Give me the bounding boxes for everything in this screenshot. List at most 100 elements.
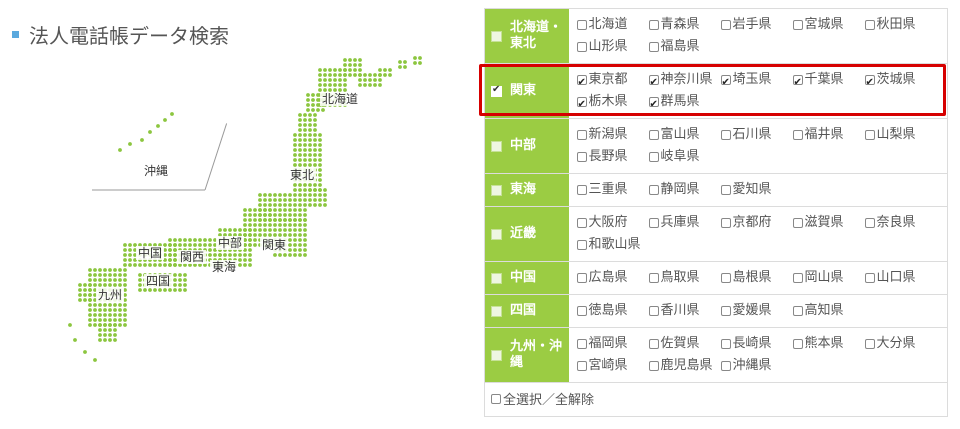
pref-checkbox-box[interactable] <box>576 72 587 94</box>
pref-checkbox-box[interactable] <box>576 94 587 116</box>
pref-checkbox[interactable]: 三重県 <box>576 179 649 201</box>
pref-checkbox-box[interactable] <box>576 306 587 316</box>
pref-checkbox-box[interactable] <box>648 94 659 116</box>
pref-checkbox[interactable]: 新潟県 <box>576 124 649 146</box>
pref-checkbox-box[interactable] <box>864 20 875 30</box>
pref-checkbox-box[interactable] <box>792 130 803 140</box>
pref-checkbox-box[interactable] <box>792 72 803 94</box>
region-head-chugoku[interactable]: 中国 <box>484 261 569 295</box>
pref-checkbox[interactable]: 愛媛県 <box>720 300 793 322</box>
pref-checkbox[interactable]: 福岡県 <box>576 333 649 355</box>
pref-checkbox[interactable]: 鹿児島県 <box>648 355 721 377</box>
map-label-okinawa[interactable]: 沖縄 <box>142 164 171 178</box>
pref-checkbox-box[interactable] <box>720 361 731 371</box>
pref-checkbox-box[interactable] <box>864 339 875 349</box>
pref-checkbox-box[interactable] <box>648 185 659 195</box>
pref-checkbox[interactable]: 東京都 <box>576 69 649 94</box>
pref-checkbox[interactable]: 岡山県 <box>792 267 865 289</box>
pref-checkbox[interactable]: 群馬県 <box>648 91 721 116</box>
pref-checkbox[interactable]: 愛知県 <box>720 179 793 201</box>
pref-checkbox[interactable]: 高知県 <box>792 300 865 322</box>
pref-checkbox-box[interactable] <box>576 240 587 250</box>
pref-checkbox[interactable]: 茨城県 <box>864 69 937 94</box>
pref-checkbox-box[interactable] <box>720 273 731 283</box>
pref-checkbox-box[interactable] <box>648 361 659 371</box>
region-checkbox-chugoku[interactable] <box>491 272 502 284</box>
pref-checkbox-box[interactable] <box>648 72 659 94</box>
pref-checkbox-box[interactable] <box>720 185 731 195</box>
map-label-hokkaido[interactable]: 北海道 <box>320 92 361 106</box>
pref-checkbox-box[interactable] <box>648 152 659 162</box>
pref-checkbox-box[interactable] <box>792 273 803 283</box>
pref-checkbox[interactable]: 京都府 <box>720 212 793 234</box>
region-head-kyushu-okinawa[interactable]: 九州・沖縄 <box>484 327 569 383</box>
pref-checkbox[interactable]: 宮崎県 <box>576 355 649 377</box>
pref-checkbox-box[interactable] <box>576 273 587 283</box>
region-head-chubu[interactable]: 中部 <box>484 118 569 174</box>
pref-checkbox-box[interactable] <box>576 185 587 195</box>
pref-checkbox[interactable]: 宮城県 <box>792 14 865 36</box>
pref-checkbox-box[interactable] <box>792 339 803 349</box>
pref-checkbox-box[interactable] <box>648 42 659 52</box>
region-head-kinki[interactable]: 近畿 <box>484 206 569 262</box>
map-label-tohoku[interactable]: 東北 <box>288 168 317 182</box>
map-label-chugoku[interactable]: 中国 <box>136 246 165 260</box>
pref-checkbox-box[interactable] <box>720 339 731 349</box>
pref-checkbox[interactable]: 佐賀県 <box>648 333 721 355</box>
pref-checkbox-box[interactable] <box>720 306 731 316</box>
pref-checkbox[interactable]: 千葉県 <box>792 69 865 94</box>
pref-checkbox-box[interactable] <box>576 152 587 162</box>
pref-checkbox-box[interactable] <box>576 218 587 228</box>
pref-checkbox-box[interactable] <box>576 20 587 30</box>
map-label-chubu[interactable]: 中部 <box>216 236 245 250</box>
pref-checkbox[interactable]: 岩手県 <box>720 14 793 36</box>
pref-checkbox-box[interactable] <box>648 218 659 228</box>
pref-checkbox-box[interactable] <box>864 130 875 140</box>
pref-checkbox-box[interactable] <box>720 72 731 94</box>
pref-checkbox-box[interactable] <box>720 20 731 30</box>
region-checkbox-kinki[interactable] <box>491 228 502 240</box>
region-head-tokai[interactable]: 東海 <box>484 173 569 207</box>
pref-checkbox-box[interactable] <box>648 339 659 349</box>
pref-checkbox[interactable]: 滋賀県 <box>792 212 865 234</box>
pref-checkbox[interactable]: 埼玉県 <box>720 69 793 94</box>
pref-checkbox[interactable]: 岐阜県 <box>648 146 721 168</box>
pref-checkbox-box[interactable] <box>576 339 587 349</box>
region-checkbox-hokkaido-tohoku[interactable] <box>491 30 502 42</box>
pref-checkbox[interactable]: 徳島県 <box>576 300 649 322</box>
pref-checkbox[interactable]: 和歌山県 <box>576 234 649 256</box>
pref-checkbox[interactable]: 大分県 <box>864 333 937 355</box>
map-label-shikoku[interactable]: 四国 <box>144 274 173 288</box>
map-label-kansai[interactable]: 関西 <box>178 250 207 264</box>
pref-checkbox-box[interactable] <box>720 218 731 228</box>
pref-checkbox[interactable]: 熊本県 <box>792 333 865 355</box>
pref-checkbox-box[interactable] <box>576 42 587 52</box>
select-all-checkbox[interactable]: 全選択／全解除 <box>491 389 941 408</box>
pref-checkbox[interactable]: 福島県 <box>648 36 721 58</box>
pref-checkbox-box[interactable] <box>576 361 587 371</box>
region-checkbox-kyushu-okinawa[interactable] <box>491 349 502 361</box>
pref-checkbox[interactable]: 山梨県 <box>864 124 937 146</box>
pref-checkbox-box[interactable] <box>648 130 659 140</box>
pref-checkbox[interactable]: 福井県 <box>792 124 865 146</box>
select-all-box[interactable] <box>491 393 501 404</box>
pref-checkbox[interactable]: 香川県 <box>648 300 721 322</box>
region-checkbox-tokai[interactable] <box>491 184 502 196</box>
region-head-shikoku[interactable]: 四国 <box>484 294 569 328</box>
pref-checkbox-box[interactable] <box>864 218 875 228</box>
pref-checkbox[interactable]: 栃木県 <box>576 91 649 116</box>
region-checkbox-shikoku[interactable] <box>491 305 502 317</box>
pref-checkbox[interactable]: 北海道 <box>576 14 649 36</box>
pref-checkbox[interactable]: 大阪府 <box>576 212 649 234</box>
pref-checkbox[interactable]: 山形県 <box>576 36 649 58</box>
region-head-hokkaido-tohoku[interactable]: 北海道・東北 <box>484 8 569 64</box>
pref-checkbox-box[interactable] <box>792 20 803 30</box>
pref-checkbox[interactable]: 静岡県 <box>648 179 721 201</box>
map-label-kanto[interactable]: 関東 <box>260 238 289 252</box>
region-head-kanto[interactable]: 関東 <box>484 63 569 119</box>
pref-checkbox[interactable]: 広島県 <box>576 267 649 289</box>
pref-checkbox[interactable]: 兵庫県 <box>648 212 721 234</box>
pref-checkbox-box[interactable] <box>648 306 659 316</box>
region-checkbox-chubu[interactable] <box>491 140 502 152</box>
region-checkbox-kanto[interactable] <box>491 84 502 97</box>
